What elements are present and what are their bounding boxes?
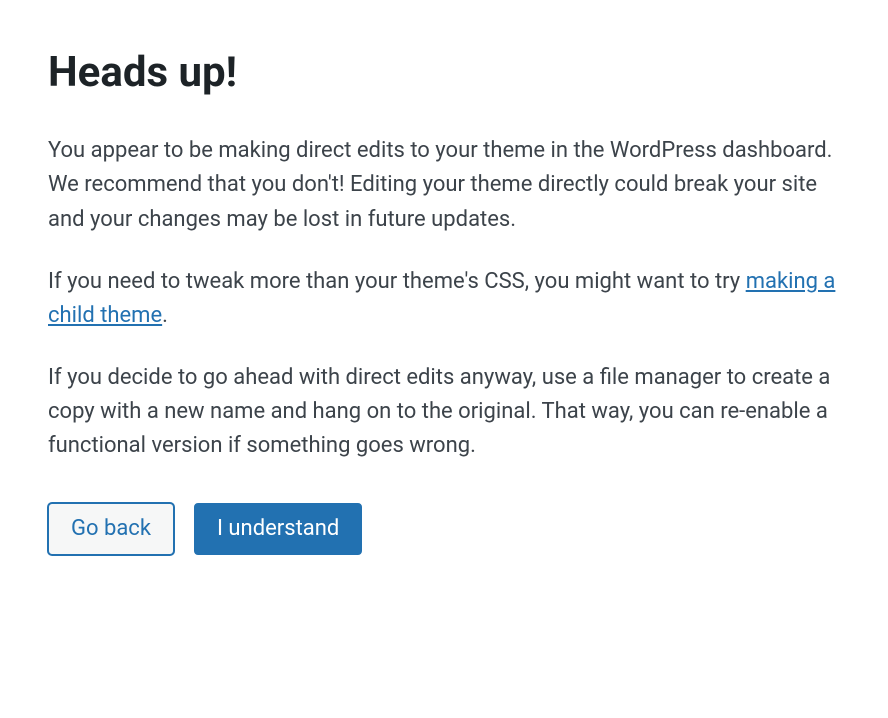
go-back-button[interactable]: Go back bbox=[48, 503, 174, 555]
warning-paragraph-2: If you need to tweak more than your them… bbox=[48, 265, 840, 333]
i-understand-button[interactable]: I understand bbox=[194, 503, 362, 555]
warning-modal: Heads up! You appear to be making direct… bbox=[48, 48, 840, 555]
paragraph2-text-after: . bbox=[162, 303, 168, 328]
warning-paragraph-1: You appear to be making direct edits to … bbox=[48, 134, 840, 236]
paragraph2-text-before: If you need to tweak more than your them… bbox=[48, 269, 746, 294]
modal-title: Heads up! bbox=[48, 48, 840, 98]
warning-paragraph-3: If you decide to go ahead with direct ed… bbox=[48, 361, 840, 463]
button-row: Go back I understand bbox=[48, 503, 840, 555]
